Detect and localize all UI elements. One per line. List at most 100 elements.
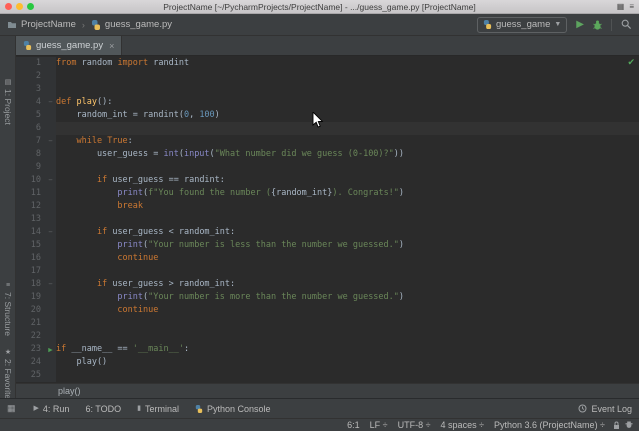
code-line-24[interactable]: 24 play()	[16, 356, 639, 369]
fold-marker-icon[interactable]: −	[45, 278, 56, 291]
toolwindow-button-todo[interactable]: 6: TODO	[85, 404, 121, 414]
toolwindow-button-terminal[interactable]: ▮ Terminal	[137, 404, 179, 414]
code-line-5[interactable]: 5 random_int = randint(0, 100)	[16, 109, 639, 122]
toolwindow-button-run[interactable]: ▶ 4: Run	[34, 404, 70, 414]
run-gutter-icon[interactable]: ▶	[45, 343, 56, 356]
debug-button[interactable]	[593, 20, 602, 30]
line-number[interactable]: 16	[16, 252, 45, 265]
fold-marker-icon[interactable]: −	[45, 174, 56, 187]
code-line-22[interactable]: 22	[16, 330, 639, 343]
code-text[interactable]	[56, 161, 639, 174]
caret-position-widget[interactable]: 6:1	[347, 420, 360, 430]
fold-marker-icon[interactable]: −	[45, 226, 56, 239]
code-line-10[interactable]: 10− if user_guess == randint:	[16, 174, 639, 187]
code-line-11[interactable]: 11 print(f"You found the number ({random…	[16, 187, 639, 200]
toolwindow-switcher-icon[interactable]: ▦	[7, 403, 16, 414]
fold-marker-icon[interactable]: −	[45, 96, 56, 109]
code-text[interactable]: continue	[56, 304, 639, 317]
toolwindow-button-python-console[interactable]: Python Console	[195, 404, 271, 414]
interpreter-widget[interactable]: Python 3.6 (ProjectName) ÷	[494, 420, 605, 430]
indent-widget[interactable]: 4 spaces ÷	[441, 420, 484, 430]
line-number[interactable]: 5	[16, 109, 45, 122]
code-line-12[interactable]: 12 break	[16, 200, 639, 213]
code-line-1[interactable]: 1 from random import randint	[16, 57, 639, 70]
zoom-window-button[interactable]	[27, 3, 34, 10]
line-separator-widget[interactable]: LF ÷	[370, 420, 388, 430]
code-text[interactable]: break	[56, 200, 639, 213]
code-line-23[interactable]: 23 ▶ if __name__ == '__main__':	[16, 343, 639, 356]
tab-guess-game[interactable]: guess_game.py ×	[16, 36, 123, 55]
line-number[interactable]: 18	[16, 278, 45, 291]
hector-inspections-icon[interactable]	[625, 421, 633, 430]
code-text[interactable]: continue	[56, 252, 639, 265]
code-line-2[interactable]: 2	[16, 70, 639, 83]
sidebar-item-favorites[interactable]: ★ 2: Favorites	[0, 348, 16, 403]
close-window-button[interactable]	[5, 3, 12, 10]
code-text[interactable]: print(f"You found the number ({random_in…	[56, 187, 639, 200]
code-line-8[interactable]: 8 user_guess = int(input("What number di…	[16, 148, 639, 161]
code-line-21[interactable]: 21	[16, 317, 639, 330]
line-number[interactable]: 9	[16, 161, 45, 174]
code-line-15[interactable]: 15 print("Your number is less than the n…	[16, 239, 639, 252]
run-configuration-select[interactable]: guess_game ▼	[476, 16, 568, 33]
line-number[interactable]: 25	[16, 369, 45, 382]
line-number[interactable]: 8	[16, 148, 45, 161]
code-text[interactable]	[56, 83, 639, 96]
code-text[interactable]: if user_guess > random_int:	[56, 278, 639, 291]
line-number[interactable]: 20	[16, 304, 45, 317]
code-text[interactable]: print("Your number is less than the numb…	[56, 239, 639, 252]
line-number[interactable]: 15	[16, 239, 45, 252]
line-number[interactable]: 17	[16, 265, 45, 278]
close-tab-icon[interactable]: ×	[107, 41, 114, 51]
scope-breadcrumb[interactable]: play()	[58, 386, 81, 396]
code-text[interactable]	[56, 265, 639, 278]
line-number[interactable]: 21	[16, 317, 45, 330]
lock-icon[interactable]	[613, 421, 620, 430]
code-line-16[interactable]: 16 continue	[16, 252, 639, 265]
fold-marker-icon[interactable]: −	[45, 135, 56, 148]
run-button[interactable]: ▶	[576, 19, 584, 30]
code-text[interactable]	[56, 330, 639, 343]
line-number[interactable]: 1	[16, 57, 45, 70]
sidebar-item-project[interactable]: ▤ 1: Project	[0, 78, 16, 125]
minimize-window-button[interactable]	[16, 3, 23, 10]
code-editor[interactable]: 1 from random import randint 2 3 4− def play(…	[16, 56, 639, 383]
code-text[interactable]: random_int = randint(0, 100)	[56, 109, 639, 122]
code-line-20[interactable]: 20 continue	[16, 304, 639, 317]
code-text[interactable]: while True:	[56, 135, 639, 148]
encoding-widget[interactable]: UTF-8 ÷	[398, 420, 431, 430]
line-number[interactable]: 14	[16, 226, 45, 239]
code-line-17[interactable]: 17	[16, 265, 639, 278]
code-text[interactable]	[56, 122, 639, 135]
code-line-25[interactable]: 25	[16, 369, 639, 382]
code-line-18[interactable]: 18− if user_guess > random_int:	[16, 278, 639, 291]
line-number[interactable]: 4	[16, 96, 45, 109]
code-text[interactable]: if user_guess < random_int:	[56, 226, 639, 239]
line-number[interactable]: 22	[16, 330, 45, 343]
code-text[interactable]	[56, 70, 639, 83]
breadcrumb-file[interactable]: guess_game.py	[105, 19, 172, 30]
code-text[interactable]	[56, 213, 639, 226]
code-text[interactable]	[56, 317, 639, 330]
code-line-7[interactable]: 7− while True:	[16, 135, 639, 148]
code-line-4[interactable]: 4− def play():	[16, 96, 639, 109]
search-everywhere-button[interactable]	[621, 19, 632, 30]
breadcrumb-project[interactable]: ProjectName	[21, 19, 76, 30]
code-line-13[interactable]: 13	[16, 213, 639, 226]
line-number[interactable]: 10	[16, 174, 45, 187]
line-number[interactable]: 19	[16, 291, 45, 304]
code-text[interactable]: if __name__ == '__main__':	[56, 343, 639, 356]
line-number[interactable]: 23	[16, 343, 45, 356]
code-line-19[interactable]: 19 print("Your number is more than the n…	[16, 291, 639, 304]
code-line-3[interactable]: 3	[16, 83, 639, 96]
toolwindow-button-event-log[interactable]: Event Log	[578, 404, 632, 414]
line-number[interactable]: 3	[16, 83, 45, 96]
line-number[interactable]: 2	[16, 70, 45, 83]
code-text[interactable]: play()	[56, 356, 639, 369]
code-line-6[interactable]: 6	[16, 122, 639, 135]
code-text[interactable]	[56, 369, 639, 382]
code-text[interactable]: def play():	[56, 96, 639, 109]
line-number[interactable]: 6	[16, 122, 45, 135]
code-text[interactable]: print("Your number is more than the numb…	[56, 291, 639, 304]
code-text[interactable]: if user_guess == randint:	[56, 174, 639, 187]
